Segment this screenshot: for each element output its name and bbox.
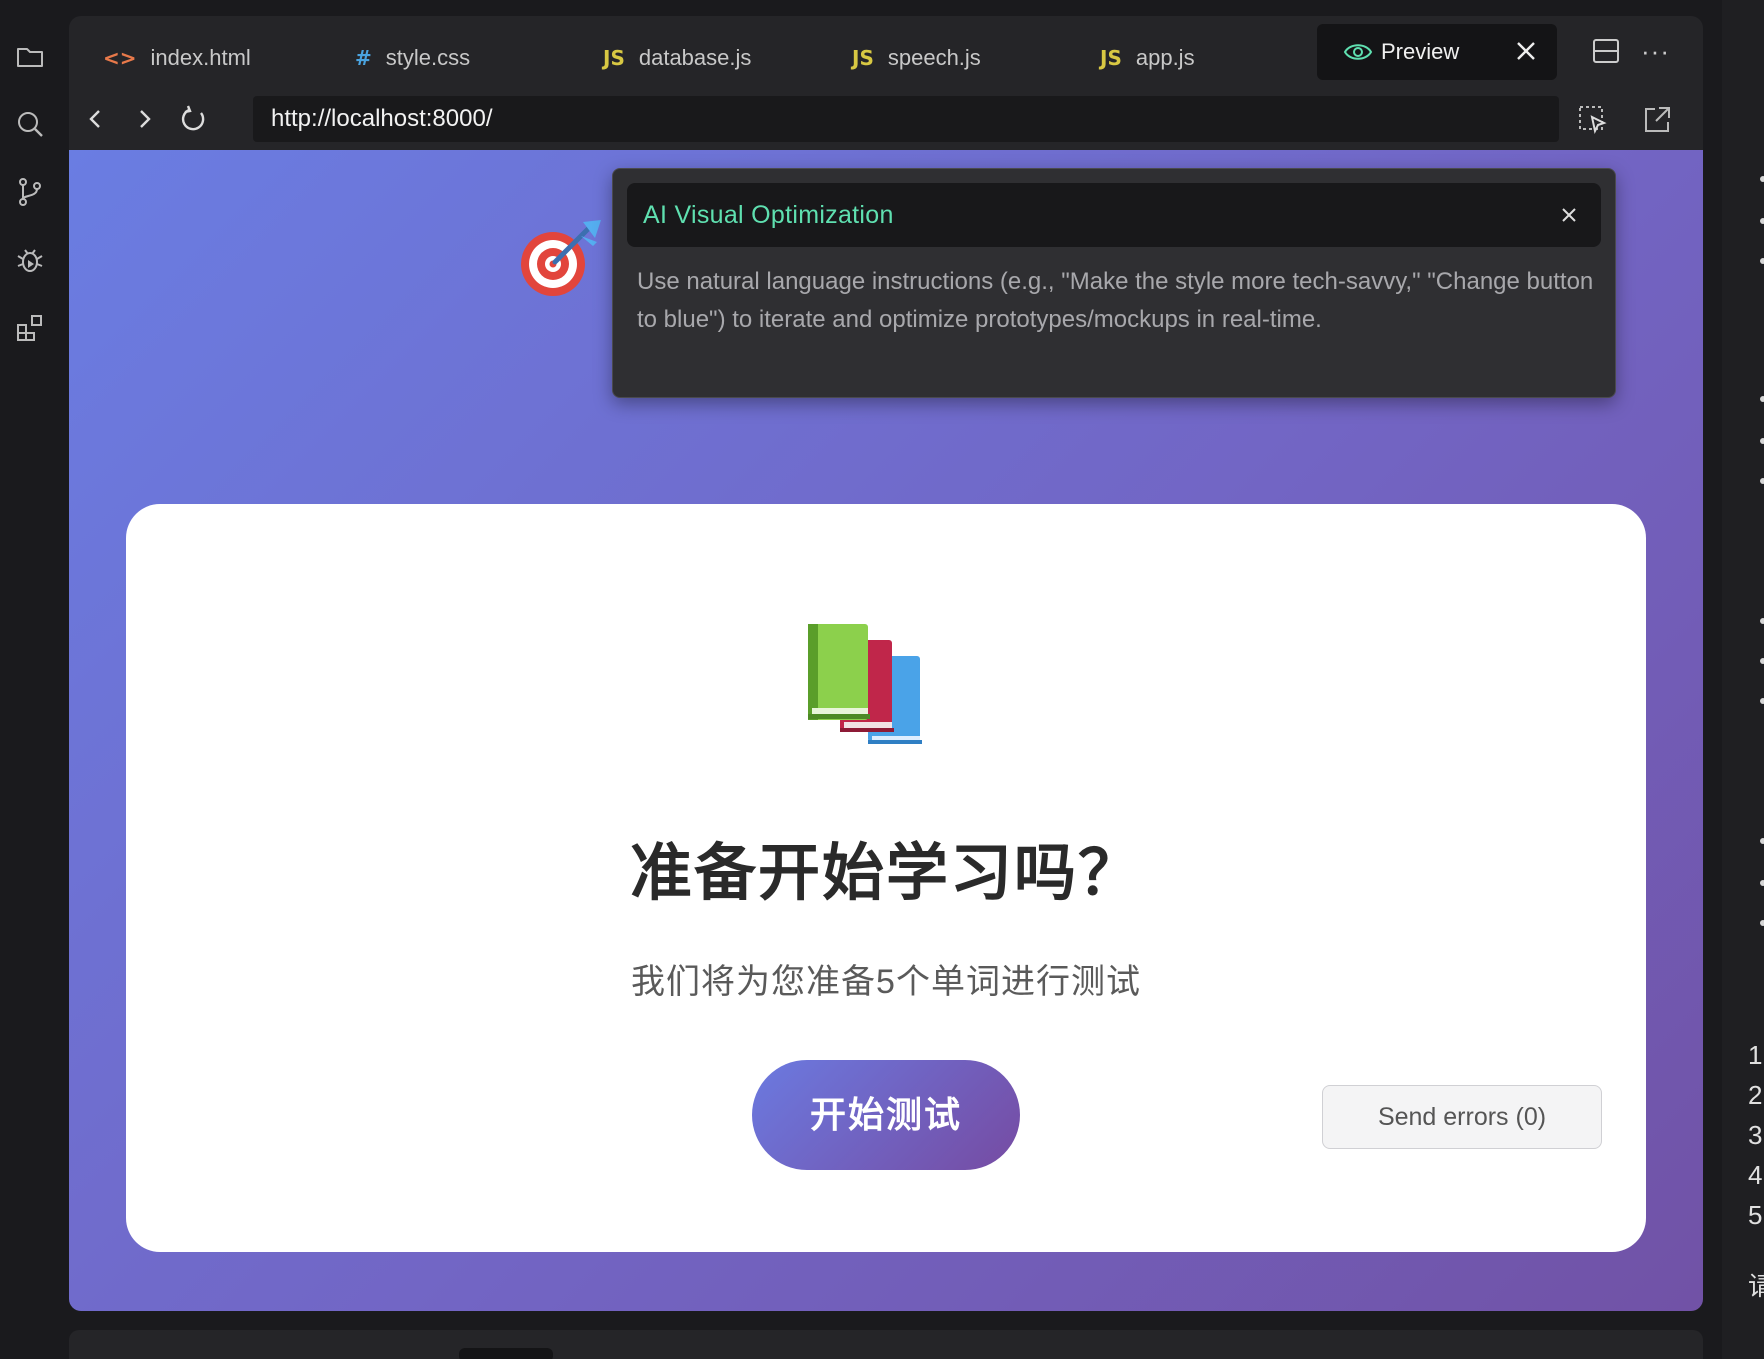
panel-text-fragment: 请 (1748, 1271, 1764, 1301)
js-file-icon: JS (1100, 46, 1122, 70)
tab-label: speech.js (887, 45, 981, 70)
html-file-icon: <> (103, 46, 137, 70)
list-bullet (1760, 218, 1764, 224)
more-icon[interactable]: ··· (1641, 36, 1673, 66)
list-bullet (1760, 658, 1764, 664)
tab-style-css[interactable]: # style.css (355, 36, 470, 80)
source-control-icon[interactable] (14, 176, 46, 208)
list-bullet (1760, 880, 1764, 886)
back-icon[interactable] (81, 104, 111, 134)
close-icon[interactable] (1513, 38, 1539, 64)
close-icon[interactable] (1559, 205, 1579, 225)
url-input[interactable]: http://localhost:8000/ (253, 96, 1559, 142)
list-bullet (1760, 176, 1764, 182)
search-icon[interactable] (14, 108, 46, 140)
ai-panel-title: AI Visual Optimization (643, 201, 894, 229)
tab-database-js[interactable]: JS database.js (603, 36, 751, 80)
tab-speech-js[interactable]: JS speech.js (852, 36, 981, 80)
bottom-panel (69, 1330, 1703, 1359)
extensions-icon[interactable] (14, 312, 46, 344)
ai-panel-description: Use natural language instructions (e.g.,… (637, 268, 1594, 333)
folder-icon[interactable] (14, 40, 46, 72)
start-test-button[interactable]: 开始测试 (752, 1060, 1020, 1170)
list-number: 5 (1748, 1200, 1763, 1230)
books-icon (808, 624, 922, 744)
list-bullet (1760, 698, 1764, 704)
bottom-panel-tab[interactable] (459, 1348, 553, 1359)
split-layout-icon[interactable] (1591, 36, 1621, 66)
debug-icon[interactable] (14, 244, 46, 276)
list-bullet (1760, 396, 1764, 402)
list-bullet (1760, 438, 1764, 444)
list-bullet (1760, 838, 1764, 844)
reload-icon[interactable] (179, 104, 209, 134)
ai-optimization-panel: AI Visual Optimization Use natural langu… (612, 168, 1616, 398)
list-bullet (1760, 920, 1764, 926)
tab-bar: <> index.html # style.css JS database.js… (69, 16, 1703, 88)
eye-icon (1343, 44, 1373, 60)
activity-bar (0, 0, 58, 1359)
card-title: 准备开始学习吗？ (629, 839, 1142, 908)
element-select-icon[interactable] (1577, 104, 1609, 136)
target-dart-icon (521, 220, 601, 296)
forward-icon[interactable] (129, 104, 159, 134)
tab-index-html[interactable]: <> index.html (103, 36, 251, 80)
css-file-icon: # (355, 46, 372, 70)
card-subtitle: 我们将为您准备5个单词进行测试 (631, 963, 1141, 1001)
send-errors-button[interactable]: Send errors (0) (1322, 1085, 1602, 1149)
js-file-icon: JS (852, 46, 874, 70)
list-number: 1 (1748, 1040, 1763, 1070)
list-bullet (1760, 478, 1764, 484)
tab-label: app.js (1135, 45, 1195, 70)
tab-app-js[interactable]: JS app.js (1100, 36, 1195, 80)
list-number: 4 (1748, 1160, 1763, 1190)
right-side-panel (1722, 0, 1764, 1359)
ai-panel-header: AI Visual Optimization (627, 183, 1601, 247)
nav-bar: http://localhost:8000/ (69, 88, 1703, 150)
open-external-icon[interactable] (1641, 104, 1673, 136)
js-file-icon: JS (603, 46, 625, 70)
list-number: 3 (1748, 1120, 1763, 1150)
list-bullet (1760, 258, 1764, 264)
tab-label: Preview (1381, 39, 1460, 64)
tab-label: database.js (638, 45, 752, 70)
tab-preview[interactable]: Preview (1317, 24, 1557, 80)
list-bullet (1760, 618, 1764, 624)
tab-label: style.css (385, 45, 471, 70)
list-number: 2 (1748, 1080, 1763, 1110)
tab-label: index.html (150, 45, 251, 70)
